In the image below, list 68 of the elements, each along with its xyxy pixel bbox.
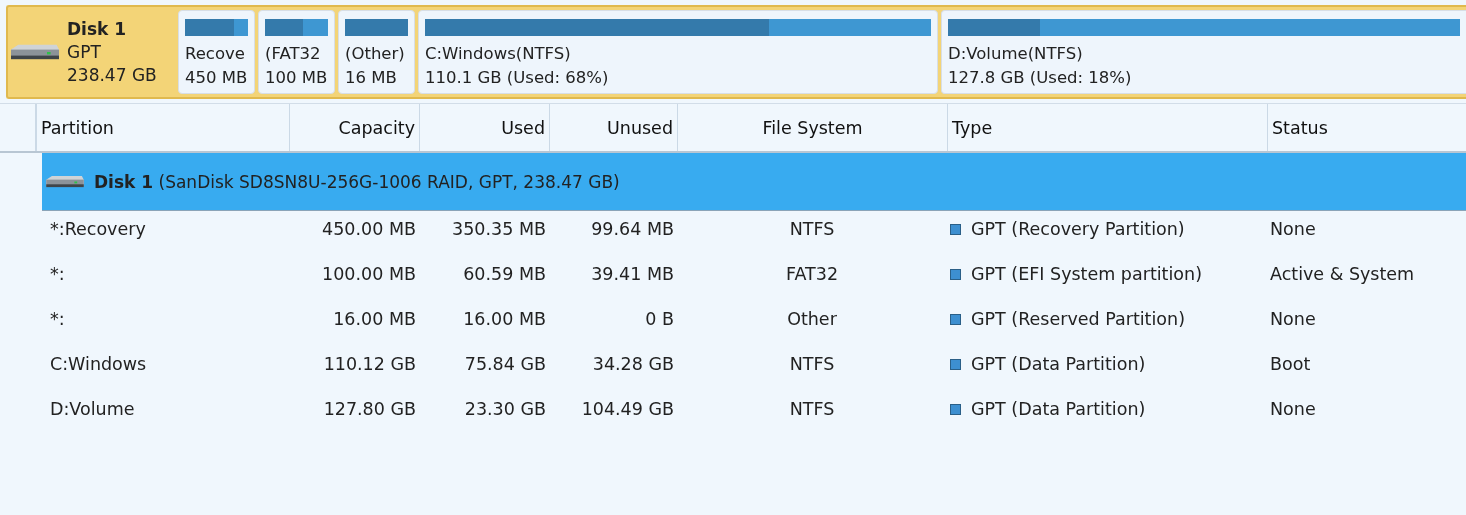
table-cell-text: None (1269, 398, 1317, 422)
table-cell-text: 0 B (644, 308, 675, 332)
table-cell-text: 99.64 MB (590, 218, 675, 242)
column-header[interactable]: Status (1267, 104, 1466, 151)
partition-block[interactable]: (Other) 16 MB (338, 10, 415, 94)
disk-description: Disk 1 (SanDisk SD8SN8U-256G-1006 RAID, GPT, 238.47 GB) (94, 171, 620, 192)
table-cell-text: Other (786, 308, 838, 332)
partition-block[interactable]: Recove 450 MB (178, 10, 255, 94)
partition-label: D:Volume(NTFS) (948, 43, 1084, 65)
usage-bar (345, 19, 408, 36)
partition-size: 110.1 GB (Used: 68%) (425, 67, 610, 89)
table-cell-text: NTFS (788, 398, 836, 422)
column-header[interactable]: Used (419, 104, 549, 151)
table-cell-text: 23.30 GB (463, 398, 547, 422)
disk-size: 238.47 GB (67, 63, 157, 87)
table-cell: GPT (Data Partition) (947, 393, 1267, 426)
table-cell-text: None (1269, 308, 1317, 332)
column-header[interactable]: File System (677, 104, 947, 151)
table-cell-text: 75.84 GB (463, 353, 547, 377)
table-cell-text: 450.00 MB (321, 218, 417, 242)
partition-size: 16 MB (345, 67, 398, 89)
table-cell-text: 16.00 MB (332, 308, 417, 332)
table-cell-text: None (1269, 218, 1317, 242)
table-cell-text: *:Recovery (49, 218, 147, 242)
partition-size: 127.8 GB (Used: 18%) (948, 67, 1133, 89)
table-cell-text: NTFS (788, 218, 836, 242)
table-cell-text: 110.12 GB (322, 353, 417, 377)
column-header[interactable]: Capacity (289, 104, 419, 151)
disk-style: GPT (67, 40, 102, 64)
usage-bar (265, 19, 328, 36)
table-cell-text: NTFS (788, 353, 836, 377)
partition-block[interactable]: D:Volume(NTFS) 127.8 GB (Used: 18%) (941, 10, 1466, 94)
partition-label: (Other) (345, 43, 406, 65)
table-cell: GPT (Reserved Partition) (947, 303, 1267, 336)
table-cell-text: D:Volume (49, 398, 136, 422)
table-cell-text: 34.28 GB (591, 353, 675, 377)
table-cell-text: FAT32 (785, 263, 839, 287)
column-header[interactable]: Type (947, 104, 1267, 151)
disk-name: Disk 1 (67, 17, 128, 41)
column-header[interactable]: Partition (36, 104, 289, 151)
partition-label: Recove (185, 43, 246, 65)
partition-size: 450 MB (185, 67, 248, 89)
partition-label: (FAT32 (265, 43, 322, 65)
table-cell-text: 104.49 GB (580, 398, 675, 422)
table-cell-text: Active & System (1269, 263, 1416, 287)
partition-block[interactable]: (FAT32 100 MB (258, 10, 335, 94)
table-cell-text: C:Windows (49, 353, 148, 377)
table-cell-text: 127.80 GB (322, 398, 417, 422)
partition-size: 100 MB (265, 67, 328, 89)
disk-map-panel[interactable]: Disk 1 GPT 238.47 GB Recove 450 MB (FAT32 100 MB (Other) 16 MB C:Windows(NTFS) 110.1 GB (Used: 68%) D:Volume(NTFS) 127.8 GB (Used: 18%) (6, 5, 1466, 99)
partition-block[interactable]: C:Windows(NTFS) 110.1 GB (Used: 68%) (418, 10, 938, 94)
table-cell: GPT (EFI System partition) (947, 258, 1267, 291)
table-cell-text: *: (49, 263, 66, 287)
table-cell: GPT (Data Partition) (947, 348, 1267, 381)
disk-row[interactable]: Disk 1 (SanDisk SD8SN8U-256G-1006 RAID, GPT, 238.47 GB) (42, 153, 1466, 211)
usage-bar (185, 19, 248, 36)
partition-label: C:Windows(NTFS) (425, 43, 572, 65)
table-cell-text: Boot (1269, 353, 1312, 377)
table-cell-text: *: (49, 308, 66, 332)
table-cell: GPT (Recovery Partition) (947, 213, 1267, 246)
table-cell-text: 39.41 MB (590, 263, 675, 287)
table-cell-text: 60.59 MB (462, 263, 547, 287)
hard-drive-icon (46, 174, 84, 189)
table-cell-text: 16.00 MB (462, 308, 547, 332)
table-cell-text: 100.00 MB (321, 263, 417, 287)
column-header[interactable]: Unused (549, 104, 677, 151)
hard-drive-icon (11, 42, 59, 62)
table-cell-text: 350.35 MB (451, 218, 547, 242)
